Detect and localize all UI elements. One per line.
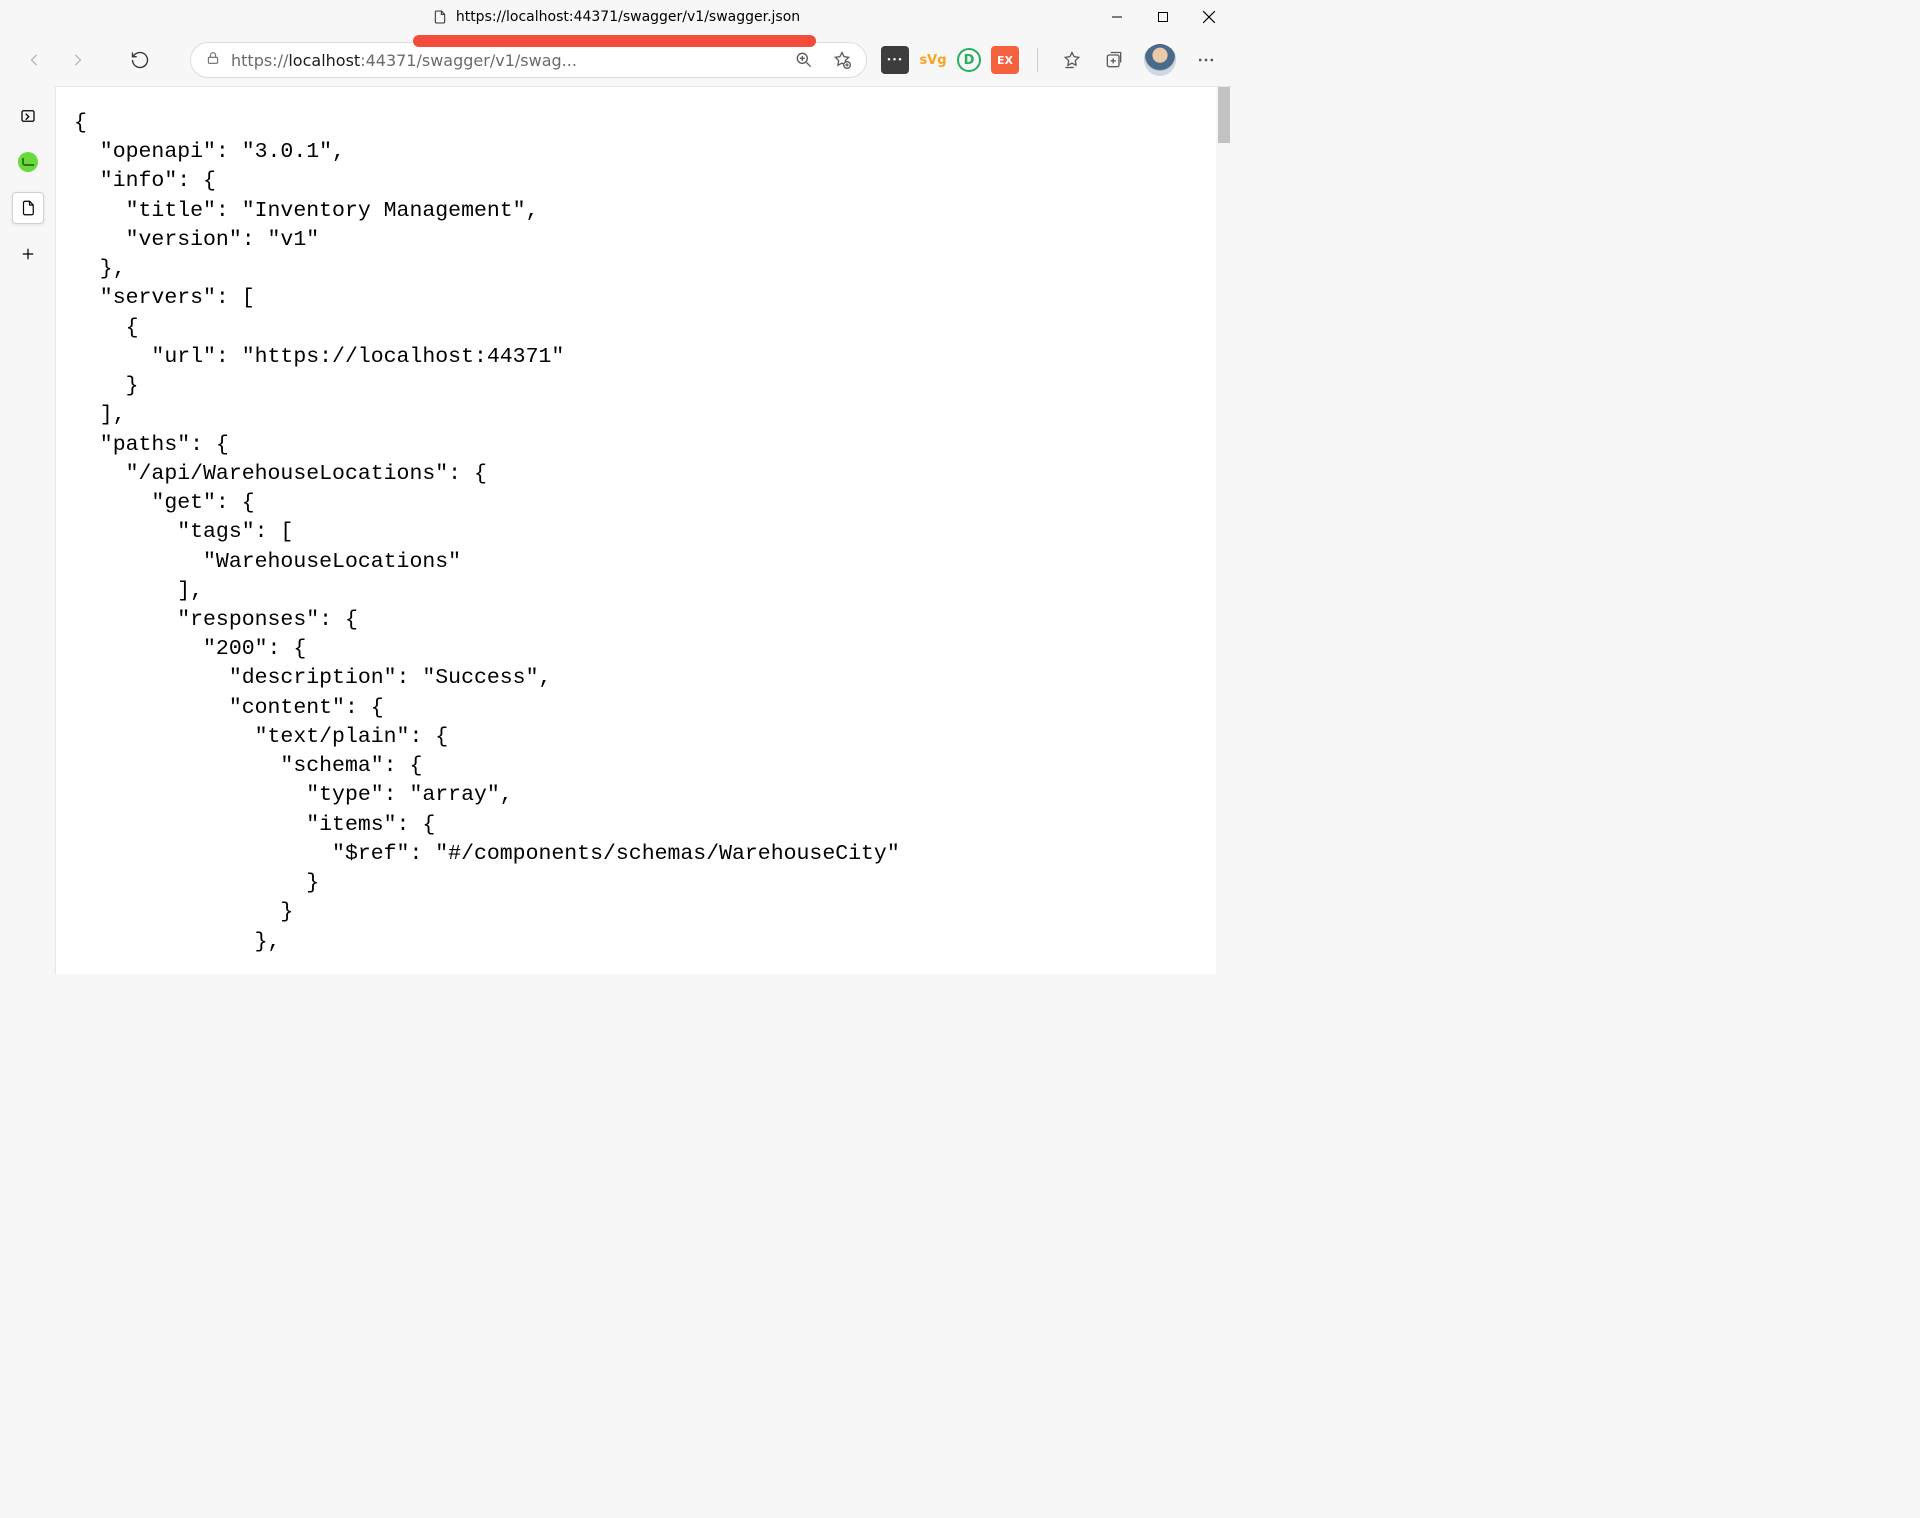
- lock-icon: [205, 50, 221, 70]
- zoom-icon[interactable]: [788, 44, 820, 76]
- annotation-highlight: [413, 35, 816, 47]
- profile-avatar[interactable]: [1144, 44, 1176, 76]
- window-maximize[interactable]: [1140, 0, 1186, 34]
- address-actions: [788, 44, 858, 76]
- window-minimize[interactable]: [1094, 0, 1140, 34]
- json-body[interactable]: { "openapi": "3.0.1", "info": { "title":…: [56, 87, 1232, 957]
- extension-svg[interactable]: sVg: [919, 46, 947, 74]
- window-close[interactable]: [1186, 0, 1232, 34]
- nav-forward[interactable]: [58, 40, 98, 80]
- separator: [1037, 48, 1038, 72]
- window-title: https://localhost:44371/swagger/v1/swagg…: [432, 9, 800, 25]
- rail-file-icon[interactable]: [12, 192, 44, 224]
- side-rail: [0, 86, 56, 974]
- extension-lastpass[interactable]: •••: [881, 46, 909, 74]
- file-icon: [432, 9, 448, 25]
- extensions: ••• sVg D EX: [881, 40, 1226, 80]
- scrollbar-thumb[interactable]: [1218, 87, 1230, 143]
- page-content: { "openapi": "3.0.1", "info": { "title":…: [56, 86, 1232, 974]
- window-title-text: https://localhost:44371/swagger/v1/swagg…: [456, 9, 800, 25]
- window-controls: [1094, 0, 1232, 34]
- extension-d[interactable]: D: [957, 48, 981, 72]
- address-bar[interactable]: https://localhost:44371/swagger/v1/swag.…: [190, 42, 867, 78]
- extension-ex[interactable]: EX: [991, 46, 1019, 74]
- rail-add[interactable]: [12, 238, 44, 270]
- collections-icon[interactable]: [1098, 44, 1130, 76]
- rail-status-icon[interactable]: [12, 146, 44, 178]
- rail-tab-icon[interactable]: [12, 100, 44, 132]
- window-titlebar: https://localhost:44371/swagger/v1/swagg…: [0, 0, 1232, 34]
- more-menu[interactable]: [1186, 40, 1226, 80]
- nav-refresh[interactable]: [120, 40, 160, 80]
- favorite-icon[interactable]: [826, 44, 858, 76]
- address-text: https://localhost:44371/swagger/v1/swag.…: [231, 51, 778, 70]
- scrollbar-track[interactable]: [1216, 87, 1232, 974]
- nav-back[interactable]: [14, 40, 54, 80]
- favorites-menu-icon[interactable]: [1056, 44, 1088, 76]
